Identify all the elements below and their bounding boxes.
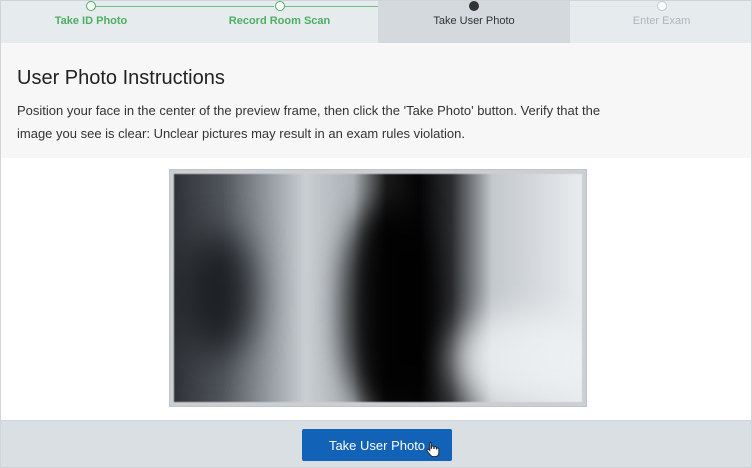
camera-preview-image <box>174 174 582 402</box>
preview-blur-region <box>454 314 582 402</box>
step-take-user-photo: Take User Photo <box>378 1 570 43</box>
step-connector <box>285 6 378 7</box>
preview-blur-region <box>344 204 434 402</box>
step-label: Record Room Scan <box>228 15 331 27</box>
step-complete-icon <box>86 1 96 11</box>
button-label: Take User Photo <box>328 437 426 453</box>
exam-proctor-window: Take ID Photo Record Room Scan Take User… <box>0 0 752 468</box>
step-record-room-scan: Record Room Scan <box>181 1 378 43</box>
instructions-panel: User Photo Instructions Position your fa… <box>1 43 751 158</box>
take-user-photo-button[interactable]: Take User Photo <box>302 429 452 461</box>
step-connector <box>570 6 656 7</box>
step-complete-icon <box>274 1 285 11</box>
instructions-text: Position your face in the center of the … <box>17 103 601 141</box>
action-footer: Take User Photo <box>1 420 751 467</box>
preview-blur-region <box>184 234 254 354</box>
hand-pointer-icon <box>426 441 440 457</box>
step-connector <box>96 6 181 7</box>
step-label: Take ID Photo <box>54 15 128 27</box>
step-enter-exam: Enter Exam <box>570 1 751 43</box>
step-pending-icon <box>656 1 667 11</box>
page-title: User Photo Instructions <box>17 67 225 89</box>
step-label: Enter Exam <box>632 15 691 27</box>
step-current-icon <box>469 1 479 11</box>
step-label: Take User Photo <box>433 15 515 27</box>
step-take-id-photo: Take ID Photo <box>1 1 181 43</box>
progress-stepper: Take ID Photo Record Room Scan Take User… <box>1 1 751 43</box>
camera-preview-frame <box>169 169 587 407</box>
step-connector <box>181 6 274 7</box>
